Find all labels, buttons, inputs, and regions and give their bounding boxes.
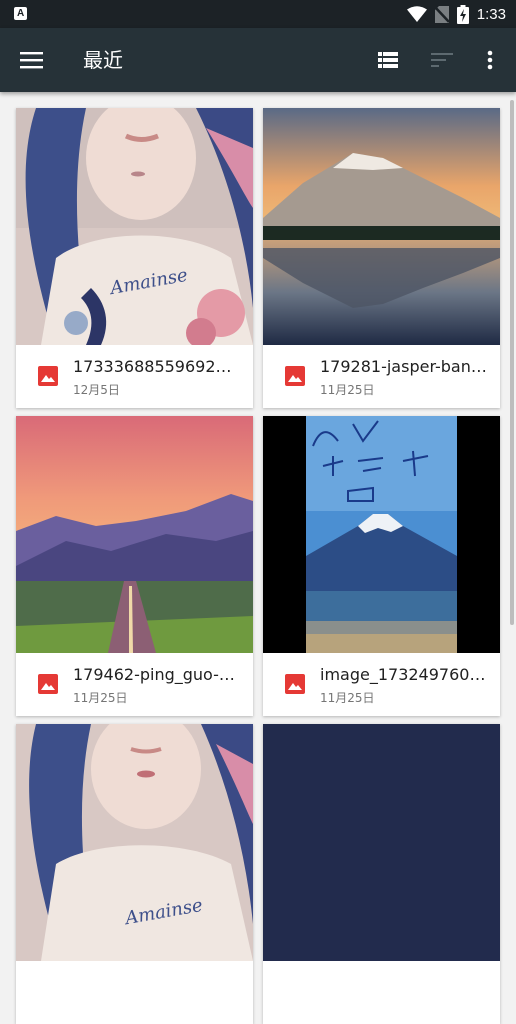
navigation-menu-button[interactable] <box>10 28 54 92</box>
scrollbar[interactable] <box>510 100 514 625</box>
file-thumbnail: Amainse <box>16 108 253 345</box>
file-name: 179462-ping_guo-… <box>73 665 235 684</box>
sort-button[interactable] <box>420 28 464 92</box>
status-bar: 1:33 <box>0 0 516 28</box>
file-thumbnail <box>263 724 500 961</box>
file-card[interactable] <box>263 724 500 1024</box>
image-file-icon <box>38 674 58 694</box>
wifi-icon <box>406 6 427 22</box>
hamburger-menu-icon <box>20 52 43 69</box>
file-thumbnail: Amainse <box>16 724 253 961</box>
file-info: 17333688559692… 12月5日 <box>16 345 253 408</box>
file-thumbnail <box>263 108 500 345</box>
file-thumbnail <box>16 416 253 653</box>
image-file-icon <box>285 674 305 694</box>
file-thumbnail <box>263 416 500 653</box>
app-toolbar: 最近 <box>0 28 516 92</box>
file-date: 11月25日 <box>73 691 128 705</box>
list-view-button[interactable] <box>366 28 410 92</box>
file-name: image_173249760… <box>320 665 486 684</box>
status-time: 1:33 <box>476 5 506 23</box>
file-card[interactable]: Amainse <box>16 724 253 1024</box>
file-name: 179281-jasper-ban… <box>320 357 487 376</box>
status-icons: 1:33 <box>406 4 506 24</box>
file-card[interactable]: 179281-jasper-ban… 11月25日 <box>263 108 500 408</box>
notification-a-icon <box>14 7 27 20</box>
file-name: 17333688559692… <box>73 357 232 376</box>
file-date: 11月25日 <box>320 383 375 397</box>
no-sim-icon <box>434 5 449 23</box>
toolbar-title: 最近 <box>83 48 123 72</box>
file-date: 11月25日 <box>320 691 375 705</box>
recent-files-grid: Amainse 17333688559692… 12月5日 179281-jas… <box>0 92 516 1024</box>
list-view-icon <box>378 52 398 68</box>
image-file-icon <box>38 366 58 386</box>
more-options-button[interactable] <box>468 28 512 92</box>
battery-charging-icon <box>456 4 469 24</box>
file-date: 12月5日 <box>73 383 120 397</box>
file-card[interactable]: image_173249760… 11月25日 <box>263 416 500 716</box>
file-info: 179462-ping_guo-… 11月25日 <box>16 653 253 716</box>
more-vert-icon <box>487 50 493 70</box>
sort-icon <box>431 53 453 67</box>
file-card[interactable]: 179462-ping_guo-… 11月25日 <box>16 416 253 716</box>
file-info: image_173249760… 11月25日 <box>263 653 500 716</box>
file-info: 179281-jasper-ban… 11月25日 <box>263 345 500 408</box>
image-file-icon <box>285 366 305 386</box>
file-card[interactable]: Amainse 17333688559692… 12月5日 <box>16 108 253 408</box>
